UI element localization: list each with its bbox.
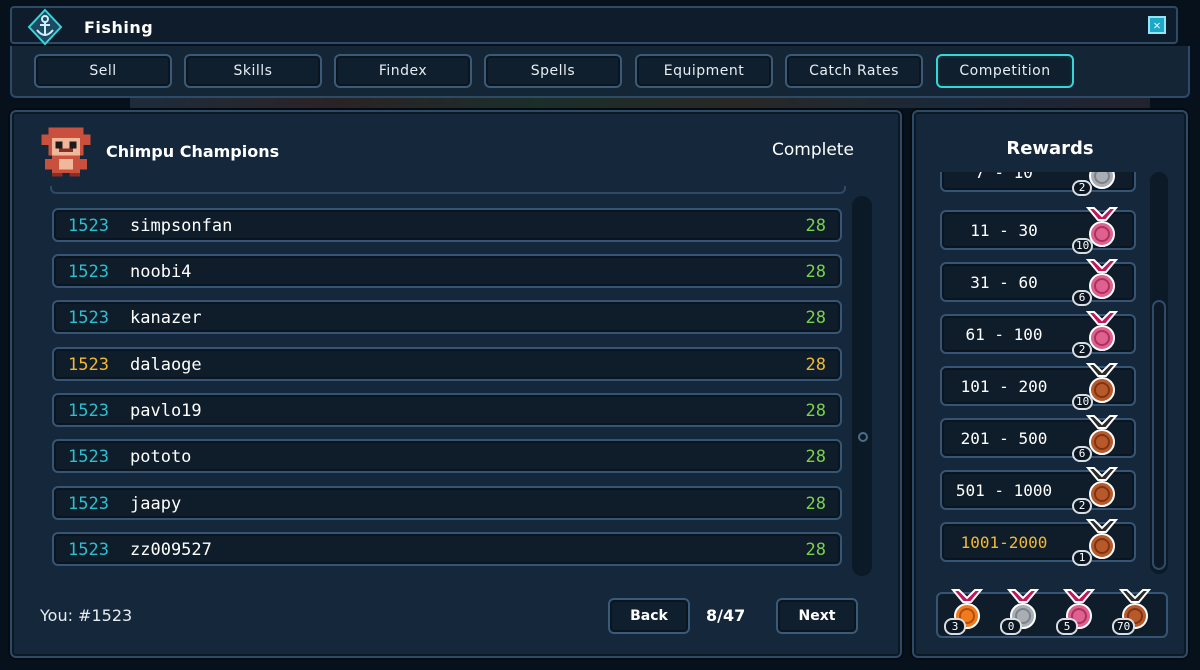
background-strip: [130, 98, 1150, 108]
rank-label: 1523: [68, 401, 109, 421]
reward-count: 1: [1072, 550, 1092, 566]
rank-range: 101 - 200: [960, 377, 1048, 396]
reward-count: 2: [1072, 180, 1092, 196]
reward-count: 6: [1072, 290, 1092, 306]
leaderboard-row: 1523 kanazer 28: [52, 300, 842, 334]
reward-count: 2: [1072, 498, 1092, 514]
close-button[interactable]: ✕: [1148, 16, 1166, 34]
score-label: 28: [805, 494, 826, 514]
reward-tier: 201 - 500 6: [940, 415, 1136, 462]
anchor-icon: [27, 8, 63, 46]
score-label: 28: [805, 216, 826, 236]
window-title: Fishing: [84, 18, 154, 37]
rewards-title: Rewards: [1006, 138, 1094, 159]
tab-spells[interactable]: Spells: [484, 54, 622, 88]
reward-count: 6: [1072, 446, 1092, 462]
score-label: 28: [805, 401, 826, 421]
rank-range: 201 - 500: [960, 429, 1048, 448]
rewards-list: 7 - 10 2 11 - 30 10 31 - 60 6 61 - 100 2…: [930, 172, 1152, 570]
leaderboard-row: 1523 pavlo19 28: [52, 393, 842, 427]
reward-count: 10: [1072, 394, 1094, 410]
leaderboard-row: 1523 zz009527 28: [52, 532, 842, 566]
reward-tier: 11 - 30 10: [940, 207, 1136, 254]
summary-silver: 0: [1000, 588, 1046, 636]
your-rank: You: #1523: [40, 606, 133, 625]
player-name: pototo: [130, 447, 192, 467]
tab-catch-rates[interactable]: Catch Rates: [785, 54, 923, 88]
reward-count: 10: [1072, 238, 1094, 254]
summary-pink: 5: [1056, 588, 1102, 636]
player-name: pavlo19: [130, 401, 202, 421]
player-name: jaapy: [130, 494, 182, 514]
close-icon: ✕: [1153, 18, 1161, 32]
tab-findex[interactable]: Findex: [334, 54, 472, 88]
list-edge: [50, 186, 846, 194]
leaderboard-row: 1523 jaapy 28: [52, 486, 842, 520]
rank-range: 501 - 1000: [955, 481, 1053, 500]
rank-range: 61 - 100: [965, 325, 1043, 344]
next-button[interactable]: Next: [776, 598, 858, 634]
player-name: simpsonfan: [130, 216, 233, 236]
leaderboard-scroll-thumb[interactable]: [858, 432, 868, 442]
medal-count: 0: [1000, 618, 1022, 635]
summary-bronze: 70: [1112, 588, 1158, 636]
rank-range: 11 - 30: [970, 221, 1038, 240]
player-name: dalaoge: [130, 355, 202, 375]
rank-label: 1523: [68, 494, 109, 514]
tab-skills[interactable]: Skills: [184, 54, 322, 88]
reward-tier: 501 - 1000 2: [940, 467, 1136, 514]
leaderboard-row: 1523 pototo 28: [52, 439, 842, 473]
medal-count: 70: [1112, 618, 1136, 635]
reward-tier: 61 - 100 2: [940, 311, 1136, 358]
reward-count: 2: [1072, 342, 1092, 358]
competition-status: Complete: [772, 140, 854, 160]
medal-count: 5: [1056, 618, 1078, 635]
player-name: kanazer: [130, 308, 202, 328]
title-bar: [10, 6, 1178, 44]
rank-range: 1001-2000: [960, 533, 1048, 552]
leaderboard-row: 1523 noobi4 28: [52, 254, 842, 288]
score-label: 28: [805, 308, 826, 328]
tab-competition[interactable]: Competition: [936, 54, 1074, 88]
leaderboard-row: 1523 simpsonfan 28: [52, 208, 842, 242]
rank-label: 1523: [68, 216, 109, 236]
rank-label: 1523: [68, 540, 109, 560]
score-label: 28: [805, 540, 826, 560]
rank-label: 1523: [68, 447, 109, 467]
tab-equipment[interactable]: Equipment: [635, 54, 773, 88]
score-label: 28: [805, 355, 826, 375]
rank-label: 1523: [68, 308, 109, 328]
tab-sell[interactable]: Sell: [34, 54, 172, 88]
score-label: 28: [805, 447, 826, 467]
rewards-scroll-thumb[interactable]: [1152, 300, 1166, 570]
reward-tier: 101 - 200 10: [940, 363, 1136, 410]
competition-title: Chimpu Champions: [106, 142, 280, 161]
summary-gold: 3: [944, 588, 990, 636]
reward-tier: 31 - 60 6: [940, 259, 1136, 306]
reward-tier: 7 - 10 2: [940, 172, 1136, 196]
rank-range: 31 - 60: [970, 273, 1038, 292]
rank-label: 1523: [68, 355, 109, 375]
score-label: 28: [805, 262, 826, 282]
page-indicator: 8/47: [706, 606, 746, 625]
back-button[interactable]: Back: [608, 598, 690, 634]
reward-tier-you: 1001-2000 1: [940, 519, 1136, 566]
rank-label: 1523: [68, 262, 109, 282]
player-name: zz009527: [130, 540, 212, 560]
player-name: noobi4: [130, 262, 192, 282]
medal-count: 3: [944, 618, 966, 635]
monkey-icon: [41, 127, 91, 177]
leaderboard-scrollbar[interactable]: [852, 196, 872, 576]
rank-range: 7 - 10: [975, 172, 1033, 182]
leaderboard-row-you: 1523 dalaoge 28: [52, 347, 842, 381]
